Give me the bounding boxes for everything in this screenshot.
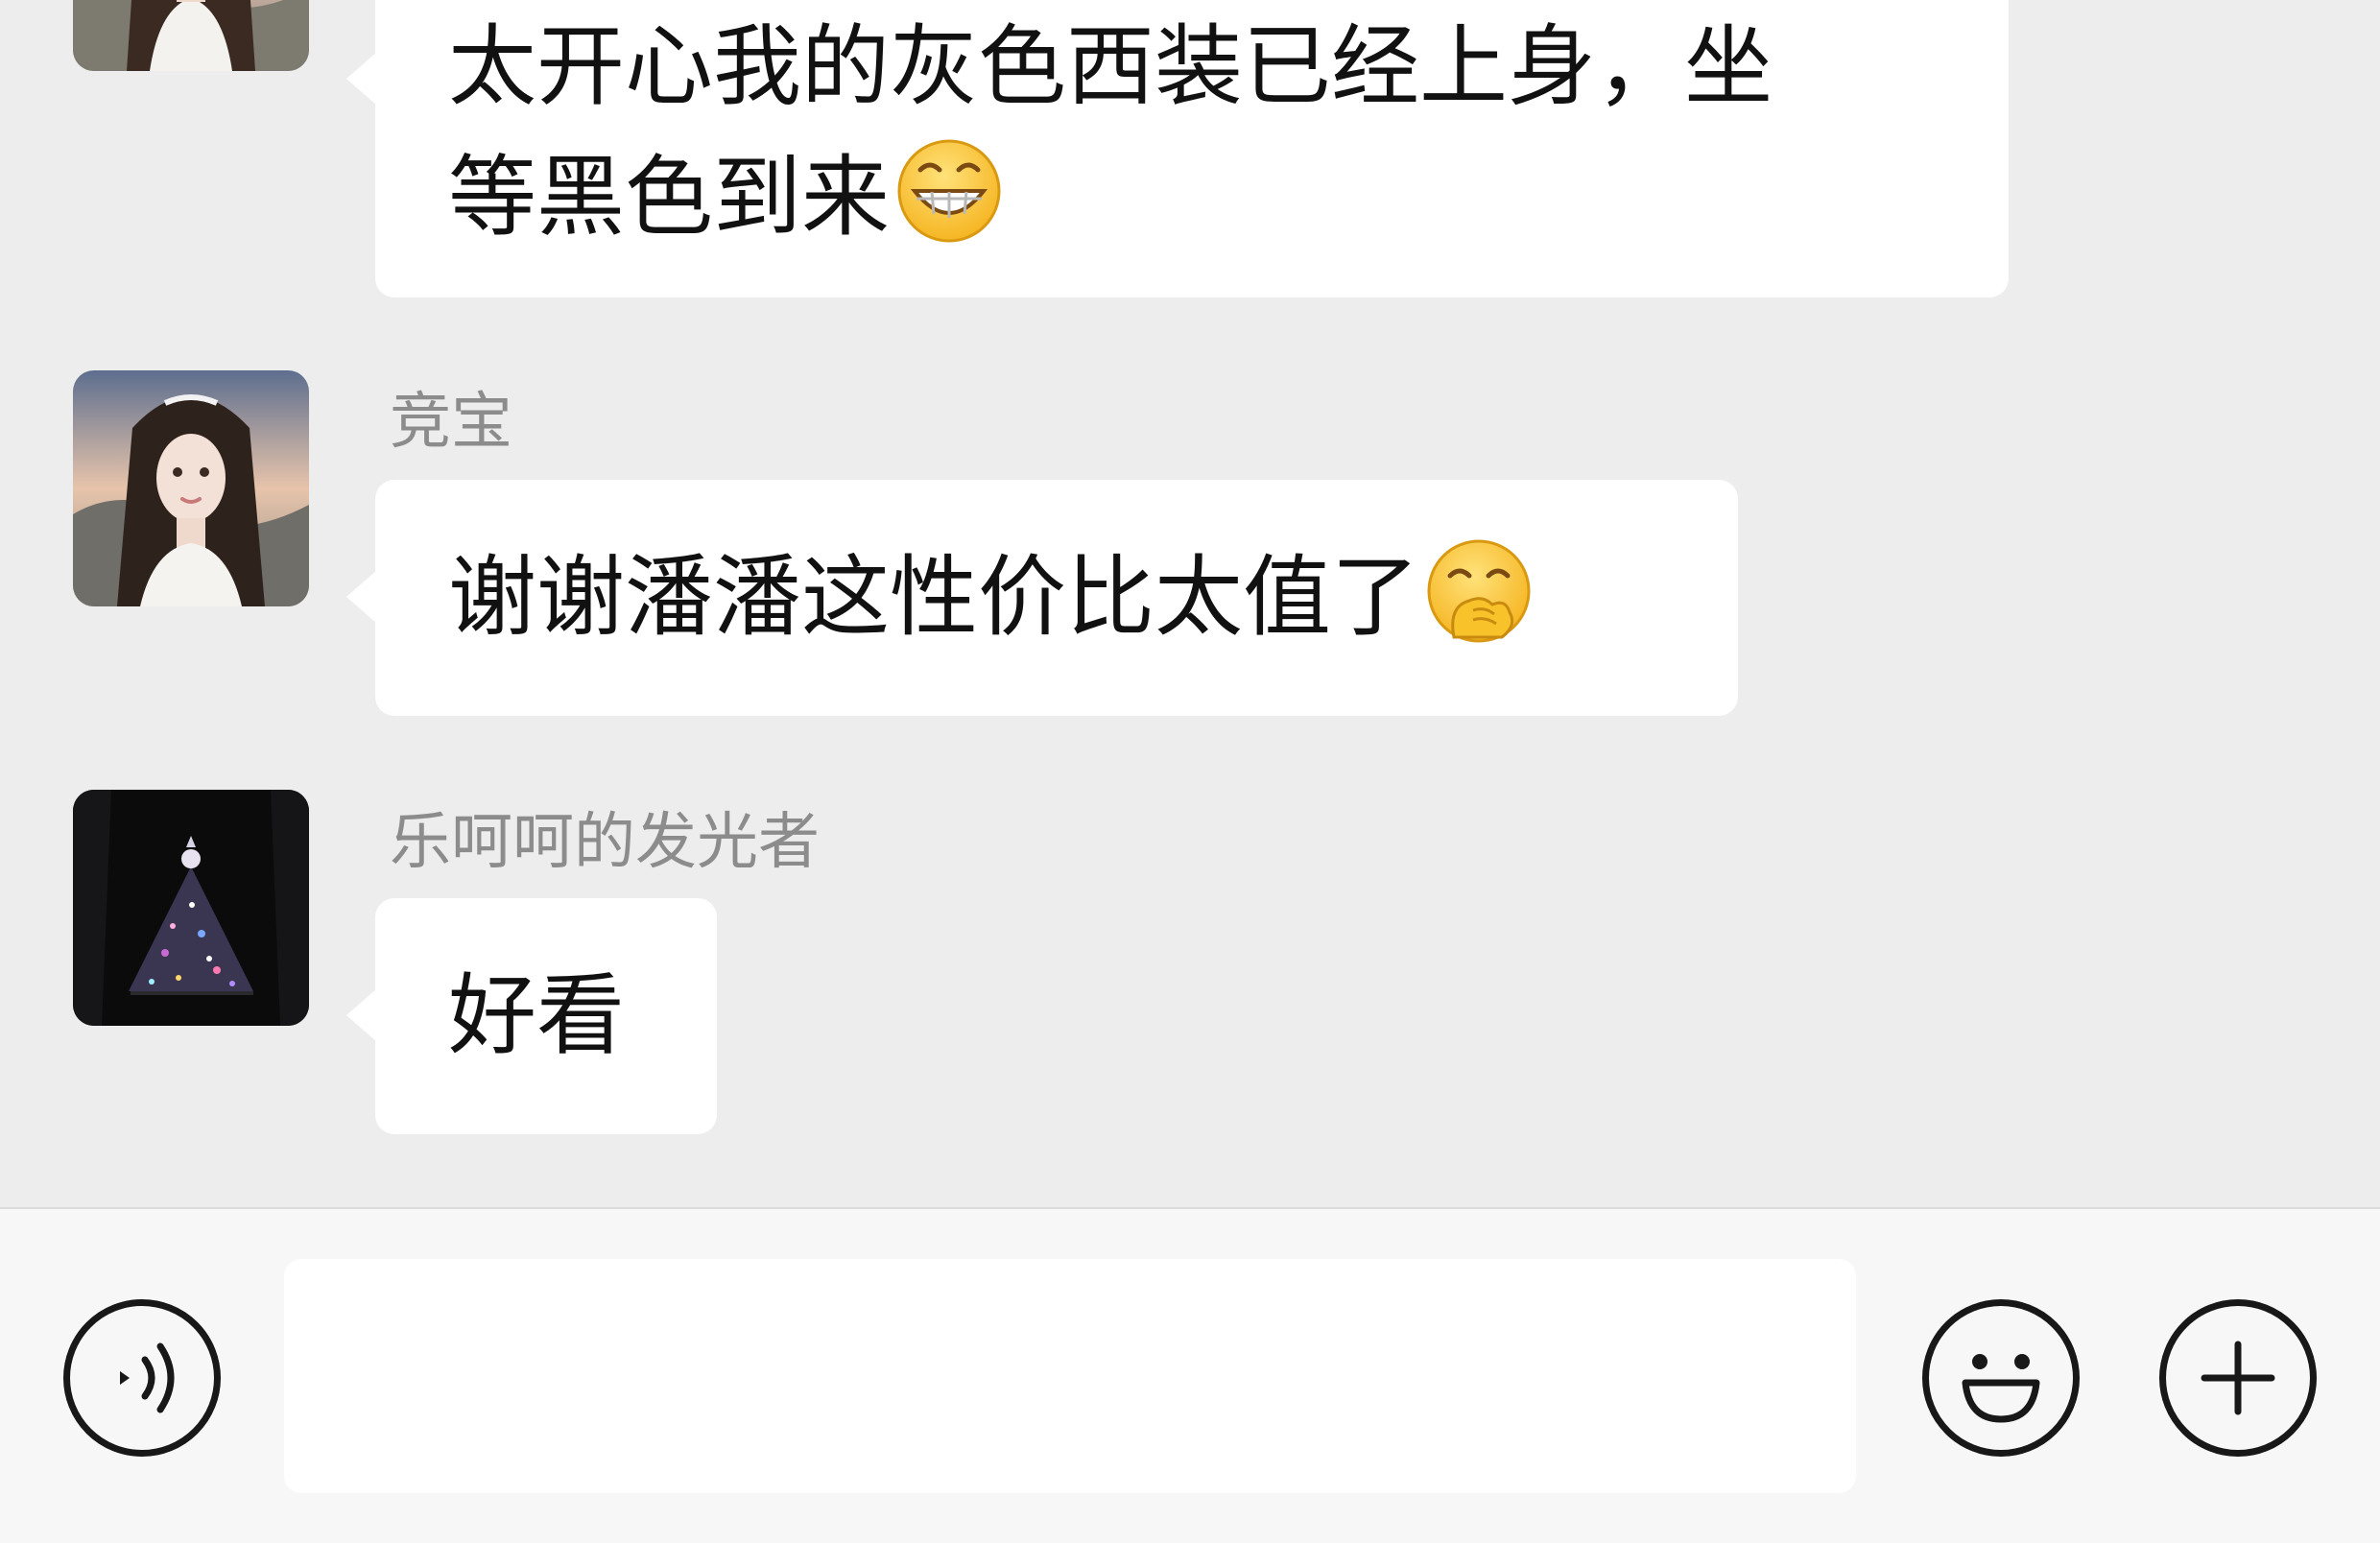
avatar[interactable]	[73, 790, 309, 1026]
message-input[interactable]	[284, 1259, 1856, 1493]
message-text: 谢谢潘潘这性价比太值了	[448, 546, 1420, 649]
message-bubble[interactable]: 好看	[346, 898, 717, 1134]
chat-message-area[interactable]: 太开心我的灰色西装已经上身，坐 等黑色到来 竞宝 谢谢潘潘这性价比太值了 乐呵呵…	[0, 0, 2380, 1207]
emoji-button[interactable]	[1922, 1299, 2080, 1457]
message-text: 等黑色到来	[448, 146, 891, 249]
message-bubble[interactable]: 太开心我的灰色西装已经上身，坐 等黑色到来	[346, 0, 2009, 297]
plus-button[interactable]	[2159, 1299, 2317, 1457]
voice-button[interactable]	[63, 1299, 221, 1457]
avatar[interactable]	[73, 0, 309, 71]
message-text: 好看	[448, 964, 626, 1067]
plus-icon	[2201, 1341, 2275, 1415]
input-bar	[0, 1207, 2380, 1543]
smiley-face-icon	[1962, 1354, 2040, 1423]
sender-name: 乐呵呵的发光者	[390, 807, 820, 878]
face-with-hand-over-mouth-emoji	[1425, 537, 1533, 645]
message-text: 太开心我的灰色西装已经上身，坐	[448, 15, 1773, 118]
voice-icon	[120, 1342, 175, 1413]
avatar[interactable]	[73, 370, 309, 606]
sender-name: 竞宝	[390, 387, 512, 458]
message-bubble[interactable]: 谢谢潘潘这性价比太值了	[346, 480, 1738, 716]
grinning-face-emoji	[895, 137, 1003, 245]
